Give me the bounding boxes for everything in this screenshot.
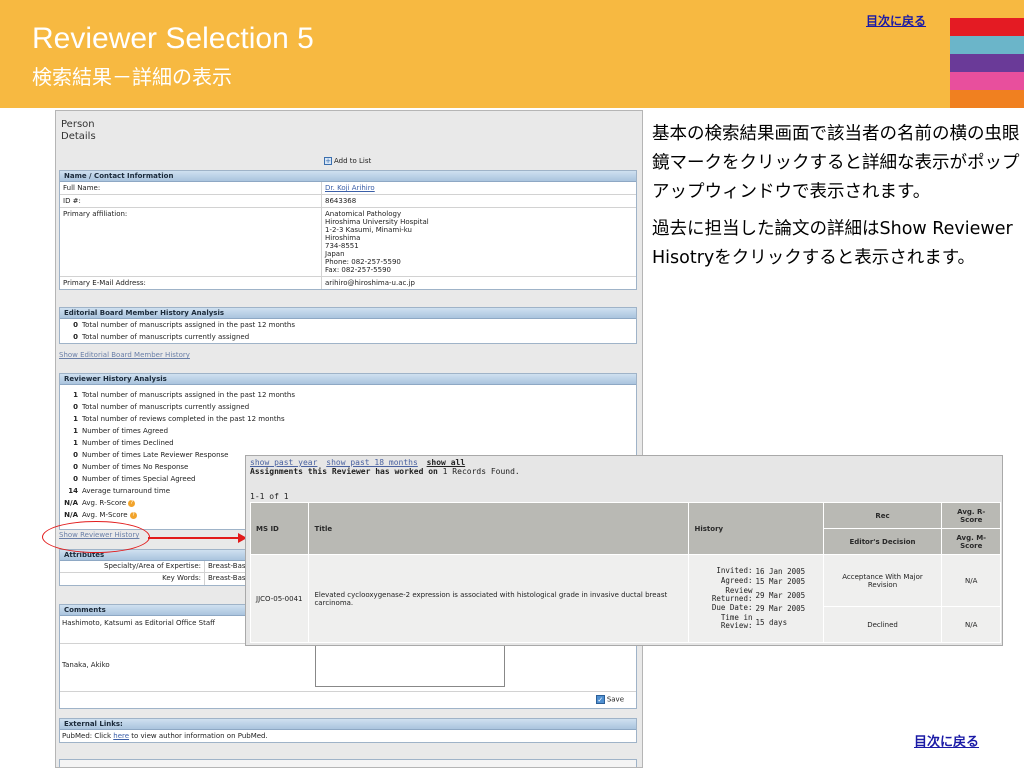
section-header: Name / Contact Information <box>60 171 636 182</box>
ms-id-cell: JJCO-05-0041 <box>249 554 310 643</box>
table-row: Full Name: Dr. Koji Arihiro <box>60 182 636 195</box>
affiliation-text: Anatomical Pathology Hiroshima Universit… <box>325 210 429 274</box>
pubmed-line: PubMed: Click here to view author inform… <box>62 732 268 740</box>
list-item: 1 Total number of manuscripts assigned in… <box>73 391 296 399</box>
slide-header: Reviewer Selection 5 検索結果－詳細の表示 <box>0 0 950 108</box>
contact-section: Name / Contact Information Full Name: Dr… <box>59 170 637 290</box>
pubmed-link[interactable]: here <box>113 732 129 740</box>
comment-author: Tanaka, Akiko <box>62 661 110 669</box>
help-icon[interactable]: ? <box>128 499 136 507</box>
comment-textarea[interactable] <box>315 645 505 687</box>
full-name-link[interactable]: Dr. Koji Arihiro <box>322 182 636 194</box>
col-editors-decision: Editor's Decision <box>822 528 943 555</box>
list-item: 1 Number of times Declined <box>73 439 174 447</box>
slide-subtitle: 検索結果－詳細の表示 <box>32 65 232 89</box>
list-item: 1 Number of times Agreed <box>73 427 169 435</box>
title-cell: Elevated cyclooxygenase-2 expression is … <box>308 554 690 643</box>
show-all-link[interactable]: show all <box>427 458 466 467</box>
assignments-title: Assignments this Reviewer has worked on … <box>250 467 520 476</box>
slide-title: Reviewer Selection 5 <box>32 22 314 55</box>
show-editorial-history-link[interactable]: Show Editorial Board Member History <box>59 351 190 359</box>
external-links-section: External Links: PubMed: Click here to vi… <box>59 718 637 743</box>
section-header: Editorial Board Member History Analysis <box>60 308 636 319</box>
col-ms-id: MS ID <box>249 502 310 555</box>
help-icon[interactable]: ? <box>129 511 137 519</box>
description-paragraph: 過去に担当した論文の詳細はShow Reviewer Hisotryをクリックす… <box>652 219 1013 268</box>
col-history: History <box>688 502 824 555</box>
reviewer-history-popup: show past year show past 18 months show … <box>245 455 1003 646</box>
arrow-line <box>148 537 244 539</box>
history-cell: Invited: 16 Jan 2005 Agreed: 15 Mar 2005 R… <box>688 554 824 643</box>
stripe <box>950 18 1024 36</box>
person-details-screenshot: Person Details + Add to List Name / Conta… <box>55 110 643 768</box>
stripe <box>950 72 1024 90</box>
section-header: External Links: <box>60 719 636 730</box>
stripe <box>950 90 1024 108</box>
list-item: 0 Total number of manuscripts assigned in… <box>73 321 296 329</box>
add-to-list-button[interactable]: + Add to List <box>324 157 371 165</box>
color-stripes <box>950 0 1024 108</box>
back-to-contents-link-bottom[interactable]: 目次に戻る <box>914 731 979 750</box>
col-title: Title <box>308 502 690 555</box>
list-item: 0 Total number of manuscripts currently a… <box>73 333 250 341</box>
col-m-score: Avg. M-Score <box>941 528 1001 555</box>
editorial-history-section: Editorial Board Member History Analysis … <box>59 307 637 344</box>
show-past-18-months-link[interactable]: show past 18 months <box>326 458 418 467</box>
m-score-cell: N/A <box>941 606 1001 643</box>
period-links: show past year show past 18 months show … <box>250 458 469 467</box>
decision-cell: Declined <box>822 606 943 643</box>
table-row: JJCO-05-0041 Elevated cyclooxygenase-2 e… <box>249 554 1001 643</box>
col-rec: Rec <box>822 502 943 529</box>
plus-icon: + <box>324 157 332 165</box>
table-row: Primary E-Mail Address: arihiro@hiroshim… <box>60 277 636 289</box>
col-r-score: Avg. R-Score <box>941 502 1001 529</box>
back-to-contents-link-top[interactable]: 目次に戻る <box>866 12 926 29</box>
table-row: ID #: 8643368 <box>60 195 636 208</box>
history-list: Invited: 16 Jan 2005 Agreed: 15 Mar 2005 R… <box>711 566 806 630</box>
r-score-cell: N/A <box>941 554 1001 607</box>
table-row: Primary affiliation: Anatomical Patholog… <box>60 208 636 277</box>
highlight-ellipse <box>42 521 150 553</box>
stripe <box>950 0 1024 18</box>
person-details-heading: Person Details <box>61 119 96 142</box>
description-text: 基本の検索結果画面で該当者の名前の横の虫眼鏡マークをクリックすると詳細な表示がポ… <box>652 120 1022 281</box>
save-button[interactable]: ✓ Save <box>595 695 624 704</box>
rec-cell: Acceptance With Major Revision <box>822 554 943 607</box>
bottom-toolbar <box>59 759 637 767</box>
description-paragraph: 基本の検索結果画面で該当者の名前の横の虫眼鏡マークをクリックすると詳細な表示がポ… <box>652 124 1020 202</box>
stripe <box>950 54 1024 72</box>
list-item: 0 Total number of manuscripts currently a… <box>73 403 250 411</box>
stripe <box>950 36 1024 54</box>
record-range: 1-1 of 1 <box>250 492 289 501</box>
checkmark-icon: ✓ <box>595 695 605 704</box>
list-item: 1 Total number of reviews completed in th… <box>73 415 285 423</box>
divider <box>60 691 636 692</box>
show-past-year-link[interactable]: show past year <box>250 458 317 467</box>
section-header: Reviewer History Analysis <box>60 374 636 385</box>
assignments-table: MS ID Title History Rec Avg. R-Score Edi… <box>249 502 1001 643</box>
